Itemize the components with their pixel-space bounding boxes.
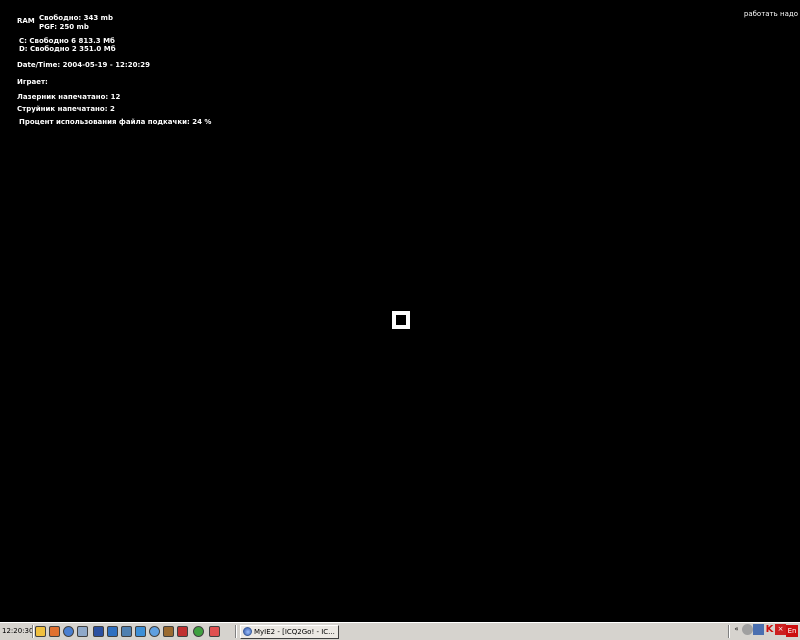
clock-icon[interactable] — [742, 624, 753, 635]
mouse-pointer-square — [392, 311, 410, 329]
work-needed-text: работать надо — [743, 10, 798, 18]
language-indicator[interactable]: En — [786, 625, 798, 637]
taskbar-divider — [235, 625, 237, 638]
ram-label: RAM — [17, 17, 35, 25]
disk-d-free: D: Свободно 2 351.0 Мб — [19, 45, 116, 53]
pagefile-usage: Процент использования файла подкачки: 24… — [19, 118, 212, 126]
jet-printed-count: Струйник напечатано: 2 — [17, 105, 115, 113]
notepad-icon[interactable] — [93, 626, 104, 637]
taskbar-clock[interactable]: 12:20:30 — [2, 625, 33, 638]
pen-icon[interactable] — [107, 626, 118, 637]
monitor-icon[interactable] — [121, 626, 132, 637]
task-button-label: MyIE2 - [ICQ2Go! - IC... — [254, 628, 335, 636]
help-icon[interactable] — [209, 626, 220, 637]
taskbar: 12:20:30 MyIE2 - [ICQ2Go! - IC... « K × — [0, 622, 800, 640]
rewind-icon[interactable]: « — [731, 624, 742, 635]
globe-icon[interactable] — [149, 626, 160, 637]
folder-icon[interactable] — [35, 626, 46, 637]
ram-pgf-text: PGF: 250 mb — [39, 23, 89, 31]
taskbar-divider — [32, 625, 34, 638]
refresh-icon[interactable] — [193, 626, 204, 637]
laser-printed-count: Лазерник напечатано: 12 — [17, 93, 121, 101]
now-playing: Играет: — [17, 78, 48, 86]
camera-icon[interactable] — [753, 624, 764, 635]
myie2-icon — [243, 627, 252, 636]
browser-icon[interactable] — [63, 626, 74, 637]
media-icon[interactable] — [135, 626, 146, 637]
datetime-text: Date/Time: 2004-05-19 - 12:20:29 — [17, 61, 151, 69]
tray-divider — [728, 625, 730, 638]
kaspersky-icon[interactable]: K — [764, 624, 775, 635]
task-button-myie2[interactable]: MyIE2 - [ICQ2Go! - IC... — [240, 625, 339, 639]
paint-icon[interactable] — [177, 626, 188, 637]
desktop: RAM Свободно: 343 mb PGF: 250 mb C: Своб… — [0, 0, 800, 622]
close-icon[interactable]: × — [775, 624, 786, 635]
network-icon[interactable] — [77, 626, 88, 637]
printer-icon[interactable] — [163, 626, 174, 637]
app-icon[interactable] — [49, 626, 60, 637]
ram-free-text: Свободно: 343 mb — [39, 14, 113, 22]
